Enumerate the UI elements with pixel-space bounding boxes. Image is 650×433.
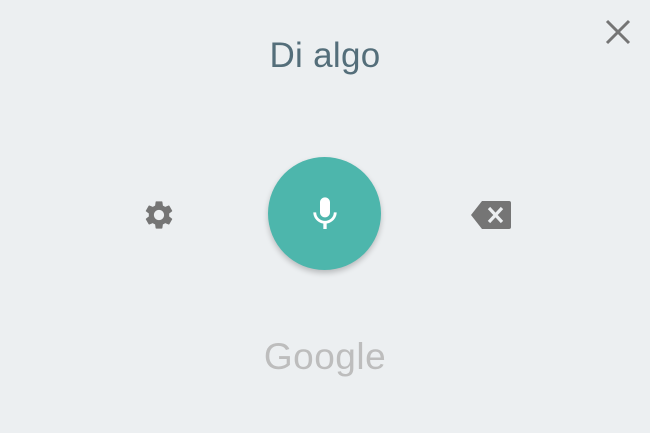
voice-input-dialog: Di algo Google [0, 0, 650, 433]
backspace-button[interactable] [467, 193, 515, 237]
voice-prompt-text: Di algo [269, 36, 381, 75]
gear-icon [145, 201, 173, 229]
settings-button[interactable] [137, 193, 181, 237]
microphone-icon [312, 196, 337, 229]
microphone-button[interactable] [268, 157, 381, 270]
google-logo: Google [263, 336, 387, 377]
backspace-icon [471, 201, 511, 229]
